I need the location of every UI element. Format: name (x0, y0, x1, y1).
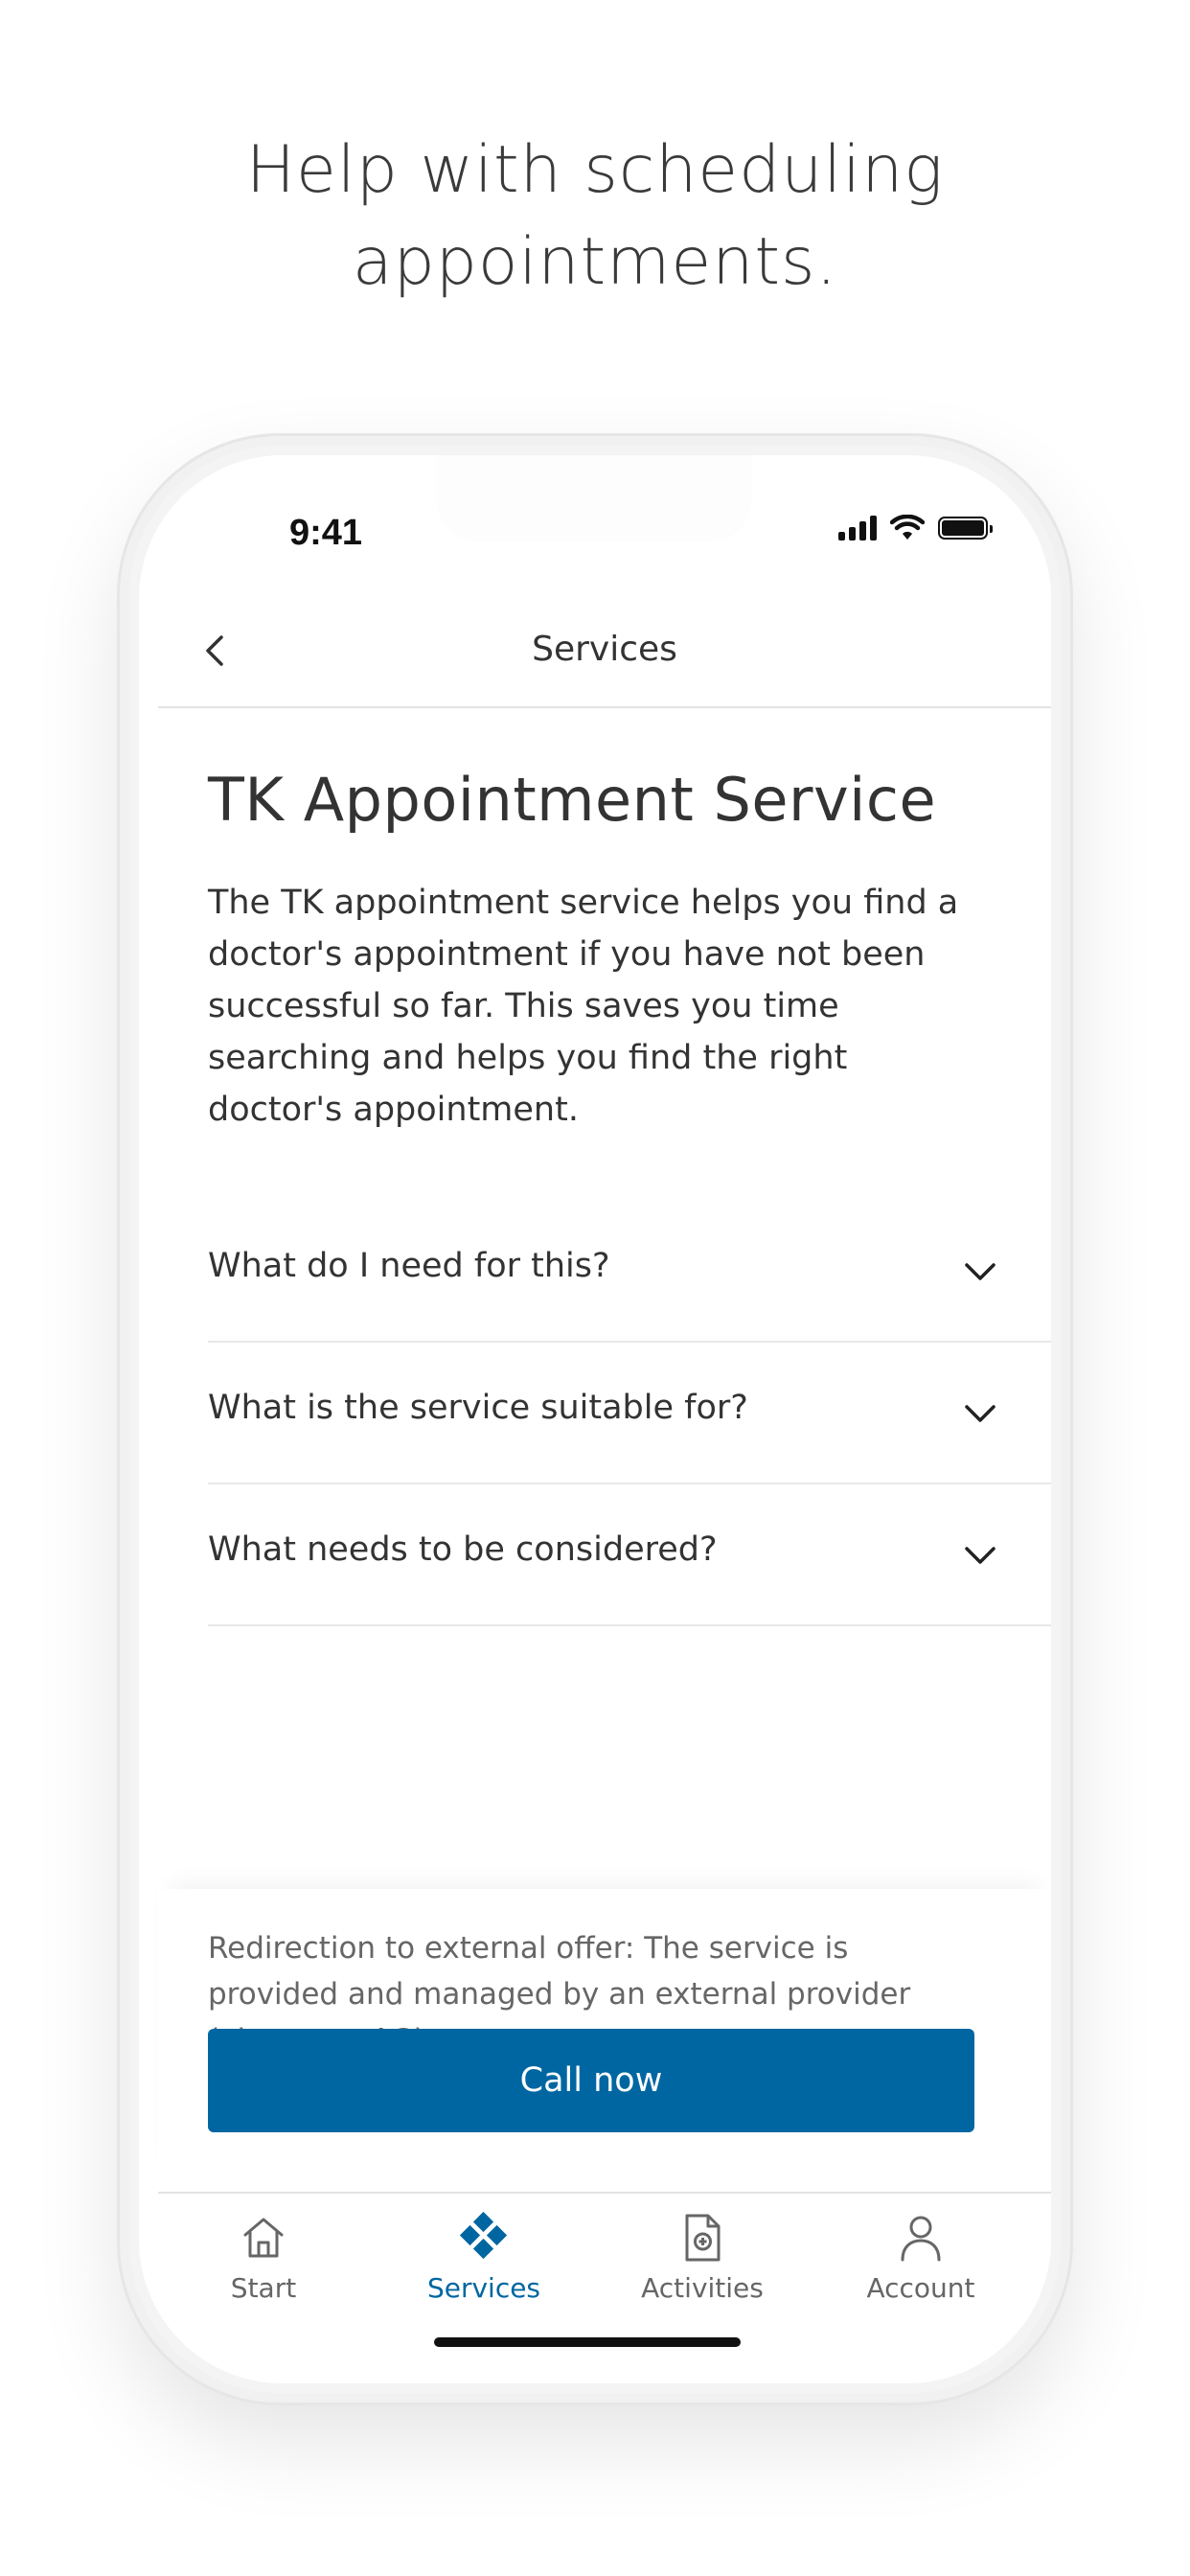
chevron-down-icon (965, 1405, 995, 1422)
accordion-item-considerations[interactable]: What needs to be considered? (208, 1484, 1051, 1626)
nav-title: Services (532, 630, 677, 669)
person-icon (901, 2216, 941, 2262)
tab-label: Start (230, 2272, 297, 2304)
tab-bar: Start Services Activities Account (158, 2192, 1051, 2383)
chevron-down-icon (965, 1263, 995, 1280)
page-title: TK Appointment Service (208, 765, 937, 835)
phone-notch (436, 455, 752, 541)
home-indicator[interactable] (434, 2337, 741, 2347)
tab-services[interactable]: Services (378, 2209, 589, 2304)
tab-activities[interactable]: Activities (597, 2209, 808, 2304)
tab-label: Account (866, 2272, 975, 2304)
services-diamond-icon (459, 2212, 508, 2260)
action-footer: Redirection to external offer: The servi… (158, 1889, 1051, 2192)
cellular-signal-icon (838, 516, 877, 540)
phone-screen: 9:41 Services TK Appointment Service The… (139, 455, 1051, 2383)
faq-accordion: What do I need for this? What is the ser… (208, 1201, 1051, 1626)
main-content: TK Appointment Service The TK appointmen… (208, 762, 1032, 1136)
wifi-icon (890, 515, 925, 540)
accordion-item-label: What needs to be considered? (208, 1530, 718, 1569)
call-now-button[interactable]: Call now (208, 2029, 974, 2132)
tab-label: Services (426, 2272, 541, 2304)
chevron-down-icon (965, 1547, 995, 1564)
tab-account[interactable]: Account (815, 2209, 1026, 2304)
promo-headline: Help with scheduling appointments. (0, 125, 1190, 309)
home-icon (243, 2218, 284, 2258)
battery-icon (938, 517, 993, 540)
status-icons (838, 515, 993, 541)
accordion-item-label: What is the service suitable for? (208, 1389, 748, 1427)
status-time: 9:41 (289, 513, 363, 553)
service-description: The TK appointment service helps you fin… (208, 884, 959, 1129)
phone-frame: 9:41 Services TK Appointment Service The… (117, 433, 1073, 2405)
tab-start[interactable]: Start (158, 2209, 369, 2304)
accordion-item-requirements[interactable]: What do I need for this? (208, 1201, 1051, 1343)
promo-headline-line1: Help with scheduling (245, 132, 945, 208)
nav-header: Services (158, 599, 1051, 708)
promo-headline-line2: appointments. (352, 224, 838, 300)
accordion-item-label: What do I need for this? (208, 1247, 610, 1285)
document-plus-icon (685, 2214, 721, 2262)
accordion-item-suitability[interactable]: What is the service suitable for? (208, 1343, 1051, 1484)
tab-label: Activities (641, 2272, 764, 2304)
